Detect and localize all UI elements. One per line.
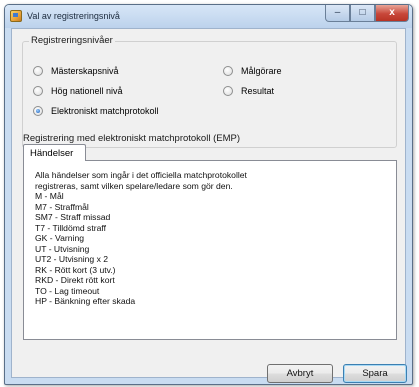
radio-hog-nationell-niva[interactable]: Hög nationell nivå (33, 86, 123, 96)
dialog-window: Val av registreringsnivå – □ x Registrer… (4, 4, 413, 385)
event-line: UT - Utvisning (35, 243, 90, 254)
radio-malgorare[interactable]: Målgörare (223, 66, 282, 76)
maximize-button[interactable]: □ (350, 5, 375, 22)
tab-handelser[interactable]: Händelser (23, 144, 86, 161)
event-line: RKD - Direkt rött kort (35, 275, 115, 285)
event-line: RK - Rött kort (3 utv.) (35, 264, 116, 275)
radio-label: Resultat (241, 86, 275, 96)
events-tab-panel: Alla händelser som ingår i det officiell… (23, 160, 397, 340)
event-line: M7 - Straffmål (35, 201, 89, 212)
event-line: GK - Varning (35, 233, 85, 243)
radio-circle[interactable] (33, 86, 43, 96)
radio-circle[interactable] (33, 66, 43, 76)
radio-circle[interactable] (223, 86, 233, 96)
radio-circle-selected[interactable] (33, 106, 43, 116)
levels-groupbox: Registreringsnivåer Mästerskapsnivå Hög … (22, 35, 397, 148)
radio-label: Elektroniskt matchprotokoll (51, 106, 159, 116)
radio-circle[interactable] (223, 66, 233, 76)
event-line: M - Mål (35, 191, 64, 201)
events-intro: Alla händelser som ingår i det officiell… (35, 170, 247, 191)
cancel-button[interactable]: Avbryt (267, 364, 333, 383)
minimize-button[interactable]: – (325, 5, 350, 22)
event-line: T7 - Tilldömd straff (35, 222, 106, 233)
radio-elektroniskt-matchprotokoll[interactable]: Elektroniskt matchprotokoll (33, 106, 159, 116)
event-line: TO - Lag timeout (35, 285, 100, 296)
radio-label: Mästerskapsnivå (51, 66, 119, 76)
events-text: Alla händelser som ingår i det officiell… (35, 170, 285, 307)
title-bar[interactable]: Val av registreringsnivå – □ x (5, 5, 412, 28)
app-icon (10, 10, 22, 22)
radio-masterskapsniva[interactable]: Mästerskapsnivå (33, 66, 119, 76)
radio-resultat[interactable]: Resultat (223, 86, 274, 96)
event-line: SM7 - Straff missad (35, 212, 111, 222)
window-title: Val av registreringsnivå (27, 11, 120, 21)
save-button[interactable]: Spara (343, 364, 407, 383)
emp-section-title: Registrering med elektroniskt matchproto… (23, 133, 240, 144)
radio-label: Målgörare (241, 66, 282, 76)
levels-group-title: Registreringsnivåer (29, 35, 115, 46)
dialog-body: Registreringsnivåer Mästerskapsnivå Hög … (11, 28, 407, 383)
radio-label: Hög nationell nivå (51, 86, 123, 96)
event-line: UT2 - Utvisning x 2 (35, 254, 109, 264)
close-button[interactable]: x (375, 5, 409, 22)
event-line: HP - Bänkning efter skada (35, 296, 136, 306)
